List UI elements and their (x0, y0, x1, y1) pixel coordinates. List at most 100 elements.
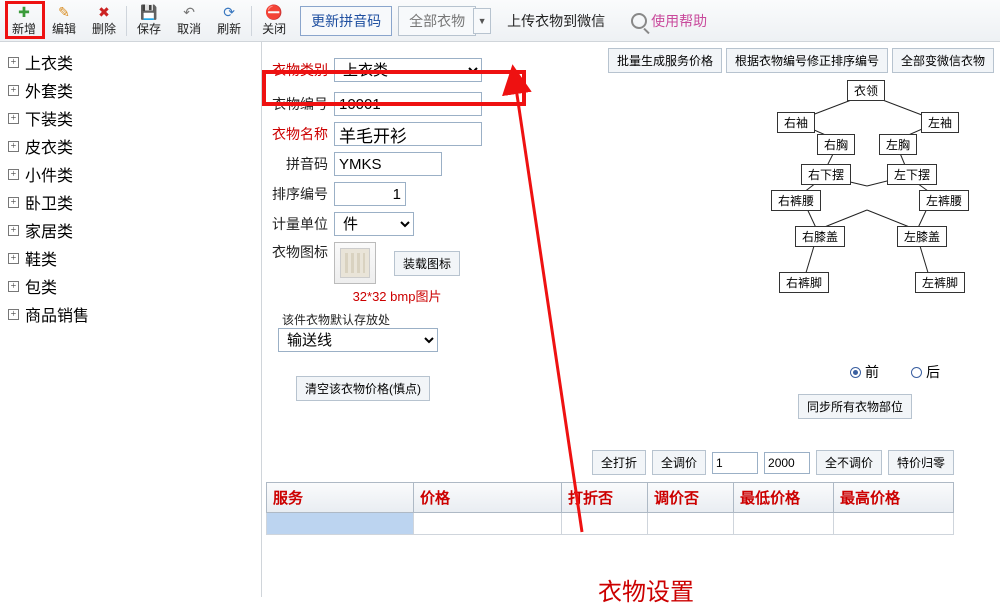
table-cell[interactable] (414, 513, 562, 535)
table-cell[interactable] (648, 513, 734, 535)
table-header: 最低价格 (734, 482, 834, 513)
close-label: 关闭 (262, 20, 286, 37)
cancel-button[interactable]: ↶取消 (169, 2, 209, 39)
delete-label: 删除 (92, 20, 116, 37)
help-button[interactable]: 使用帮助 (621, 7, 717, 35)
load-icon-button[interactable]: 装载图标 (394, 251, 460, 276)
tree-item-label: 下装类 (25, 106, 73, 130)
expand-icon: + (8, 57, 19, 68)
unit-label: 计量单位 (266, 214, 334, 234)
undo-icon: ↶ (180, 4, 198, 20)
refresh-label: 刷新 (217, 20, 241, 37)
all-clothes-button[interactable]: 全部衣物 (398, 6, 476, 36)
table-cell[interactable] (562, 513, 648, 535)
diagram-part-rightChest[interactable]: 右胸 (817, 134, 855, 155)
fix-sort-button[interactable]: 根据衣物编号修正排序编号 (726, 48, 888, 73)
table-cell[interactable] (734, 513, 834, 535)
sort-label: 排序编号 (266, 184, 334, 204)
table-cell[interactable] (266, 513, 414, 535)
tree-item[interactable]: +小件类 (4, 160, 257, 188)
all-adjust-button[interactable]: 全调价 (652, 450, 706, 475)
save-button[interactable]: 💾保存 (129, 2, 169, 39)
batch-gen-price-button[interactable]: 批量生成服务价格 (608, 48, 722, 73)
tree-item[interactable]: +卧卫类 (4, 188, 257, 216)
update-pinyin-button[interactable]: 更新拼音码 (300, 6, 392, 36)
clothing-form: 衣物类别上衣类 衣物编号 衣物名称 拼音码 排序编号 计量单位件 衣物图标 装载… (266, 58, 518, 401)
tree-item-label: 上衣类 (25, 50, 73, 74)
category-tree: +上衣类+外套类+下装类+皮衣类+小件类+卧卫类+家居类+鞋类+包类+商品销售 (0, 42, 262, 597)
sort-input[interactable] (334, 182, 406, 206)
tree-item[interactable]: +包类 (4, 272, 257, 300)
diagram-part-leftFoot[interactable]: 左裤脚 (915, 272, 965, 293)
tree-item[interactable]: +家居类 (4, 216, 257, 244)
edit-label: 编辑 (52, 20, 76, 37)
clear-price-button[interactable]: 清空该衣物价格(慎点) (296, 376, 430, 401)
upload-wechat-button[interactable]: 上传衣物到微信 (497, 7, 615, 35)
cancel-label: 取消 (177, 20, 201, 37)
special-reset-button[interactable]: 特价归零 (888, 450, 954, 475)
code-label: 衣物编号 (266, 94, 334, 114)
help-label: 使用帮助 (651, 11, 707, 31)
diagram-part-collar[interactable]: 衣领 (847, 80, 885, 101)
pinyin-label: 拼音码 (266, 154, 334, 174)
adjust-val1-input[interactable] (712, 452, 758, 474)
expand-icon: + (8, 141, 19, 152)
diagram-part-rightFoot[interactable]: 右裤脚 (779, 272, 829, 293)
tree-item[interactable]: +鞋类 (4, 244, 257, 272)
all-no-adjust-button[interactable]: 全不调价 (816, 450, 882, 475)
diagram-part-rightKnee[interactable]: 右膝盖 (795, 226, 845, 247)
table-header: 最高价格 (834, 482, 954, 513)
name-label: 衣物名称 (266, 124, 334, 144)
diagram-part-rightWaist[interactable]: 右裤腰 (771, 190, 821, 211)
diagram-part-leftHem[interactable]: 左下摆 (887, 164, 937, 185)
all-clothes-dropdown[interactable]: ▼ (473, 8, 491, 34)
new-button[interactable]: ✚新增 (4, 2, 44, 39)
tree-item-label: 小件类 (25, 162, 73, 186)
new-label: 新增 (12, 20, 36, 37)
tree-item[interactable]: +皮衣类 (4, 132, 257, 160)
main-panel: 批量生成服务价格 根据衣物编号修正排序编号 全部变微信衣物 衣物类别上衣类 衣物… (262, 42, 1000, 597)
toolbar-separator (251, 6, 252, 36)
tree-item-label: 卧卫类 (25, 190, 73, 214)
diagram-part-leftSleeve[interactable]: 左袖 (921, 112, 959, 133)
refresh-button[interactable]: ⟳刷新 (209, 2, 249, 39)
diagram-part-leftChest[interactable]: 左胸 (879, 134, 917, 155)
name-input[interactable] (334, 122, 482, 146)
tree-item[interactable]: + 下装类 (4, 104, 257, 132)
front-label: 前 (865, 362, 879, 382)
expand-icon: + (8, 113, 19, 124)
price-adjust-row: 全打折 全调价 全不调价 特价归零 (592, 450, 954, 475)
disk-icon: 💾 (140, 4, 158, 20)
plus-icon: ✚ (15, 4, 33, 20)
adjust-val2-input[interactable] (764, 452, 810, 474)
close-button[interactable]: ⛔关闭 (254, 2, 294, 39)
code-input[interactable] (334, 92, 482, 116)
tree-item[interactable]: + 上衣类 (4, 48, 257, 76)
edit-button[interactable]: ✎编辑 (44, 2, 84, 39)
sync-parts-button[interactable]: 同步所有衣物部位 (798, 394, 912, 419)
tree-item[interactable]: +外套类 (4, 76, 257, 104)
table-cell[interactable] (834, 513, 954, 535)
body-part-diagram: 衣领右袖 左袖右胸 左胸右下摆 左下摆右裤腰 左裤腰右膝盖 左膝盖右裤脚 左裤脚 (739, 80, 994, 330)
refresh-icon: ⟳ (220, 4, 238, 20)
table-header: 价格 (414, 482, 562, 513)
table-header: 调价否 (648, 482, 734, 513)
diagram-part-rightHem[interactable]: 右下摆 (801, 164, 851, 185)
front-radio[interactable]: 前 (850, 362, 879, 382)
all-discount-button[interactable]: 全打折 (592, 450, 646, 475)
pinyin-input[interactable] (334, 152, 442, 176)
category-select[interactable]: 上衣类 (334, 58, 482, 82)
diagram-part-leftWaist[interactable]: 左裤腰 (919, 190, 969, 211)
all-to-wechat-button[interactable]: 全部变微信衣物 (892, 48, 994, 73)
back-radio[interactable]: 后 (911, 362, 940, 382)
diagram-part-leftKnee[interactable]: 左膝盖 (897, 226, 947, 247)
page-title-annotation: 衣物设置 (598, 572, 694, 607)
diagram-part-rightSleeve[interactable]: 右袖 (777, 112, 815, 133)
radio-dot-icon (911, 367, 922, 378)
category-label: 衣物类别 (266, 60, 334, 80)
delete-button[interactable]: ✖删除 (84, 2, 124, 39)
storage-select[interactable]: 输送线 (278, 328, 438, 352)
front-back-radio-group: 前 后 (850, 362, 940, 382)
tree-item[interactable]: +商品销售 (4, 300, 257, 328)
unit-select[interactable]: 件 (334, 212, 414, 236)
